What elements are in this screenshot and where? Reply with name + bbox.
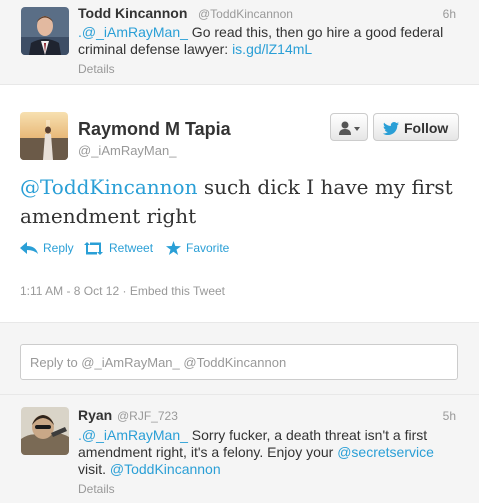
tweet-time[interactable]: 6h [443, 7, 456, 21]
user-actions-dropdown-button[interactable] [330, 113, 368, 141]
author-handle[interactable]: @_iAmRayMan_ [78, 143, 176, 158]
tweet-text: .@_iAmRayMan_ Go read this, then go hire… [78, 24, 453, 58]
tweet-raymond-tapia: Raymond M Tapia @_iAmRayMan_ Follow @Tod… [0, 85, 479, 323]
timestamp[interactable]: 1:11 AM - 8 Oct 12 [20, 284, 119, 298]
twitter-bird-icon [383, 122, 399, 135]
retweet-action[interactable]: Retweet [84, 241, 153, 255]
tweet-text: @ToddKincannon such dick I have my first… [20, 173, 460, 231]
tweet-time[interactable]: 5h [443, 409, 456, 423]
mention-link-todd[interactable]: @ToddKincannon [110, 461, 221, 477]
follow-label: Follow [404, 120, 449, 136]
tweet-text: .@_iAmRayMan_ Sorry fucker, a death thre… [78, 427, 460, 478]
author-name[interactable]: Ryan [78, 407, 112, 423]
reply-action[interactable]: Reply [20, 241, 74, 255]
reply-arrow-icon [20, 241, 38, 254]
author-handle[interactable]: @ToddKincannon [198, 7, 293, 21]
author-handle[interactable]: @RJF_723 [117, 409, 178, 423]
mention-link[interactable]: .@_iAmRayMan_ [78, 427, 188, 443]
retweet-icon [84, 241, 103, 255]
retweet-label: Retweet [109, 241, 154, 255]
favorite-action[interactable]: Favorite [166, 241, 229, 255]
url-link[interactable]: is.gd/lZ14mL [232, 41, 312, 57]
caret-down-icon [354, 127, 360, 131]
person-icon [339, 121, 360, 135]
follow-button[interactable]: Follow [373, 113, 459, 141]
mention-link-secretservice[interactable]: @secretservice [337, 444, 434, 460]
mention-link[interactable]: @ToddKincannon [20, 175, 197, 199]
reply-box-section [0, 323, 479, 395]
meta-separator: · [119, 284, 130, 298]
avatar-raymond[interactable] [20, 112, 68, 160]
embed-tweet-link[interactable]: Embed this Tweet [130, 284, 225, 298]
avatar-ryan[interactable] [21, 407, 69, 455]
details-link[interactable]: Details [78, 482, 115, 496]
tweet-todd-kincannon[interactable]: Todd Kincannon @ToddKincannon 6h .@_iAmR… [0, 0, 479, 85]
star-icon [166, 241, 181, 255]
favorite-label: Favorite [186, 241, 230, 255]
tweet-meta: 1:11 AM - 8 Oct 12 · Embed this Tweet [20, 284, 225, 298]
mention-link[interactable]: .@_iAmRayMan_ [78, 24, 188, 40]
reply-input[interactable] [20, 344, 458, 380]
avatar-todd[interactable] [21, 7, 69, 55]
tweet-ryan[interactable]: Ryan @RJF_723 5h .@_iAmRayMan_ Sorry fuc… [0, 395, 479, 503]
details-link[interactable]: Details [78, 62, 115, 76]
reply-label: Reply [43, 241, 74, 255]
tweet-body-2: visit. [78, 461, 110, 477]
author-name[interactable]: Raymond M Tapia [78, 119, 231, 140]
author-name[interactable]: Todd Kincannon [78, 5, 187, 21]
